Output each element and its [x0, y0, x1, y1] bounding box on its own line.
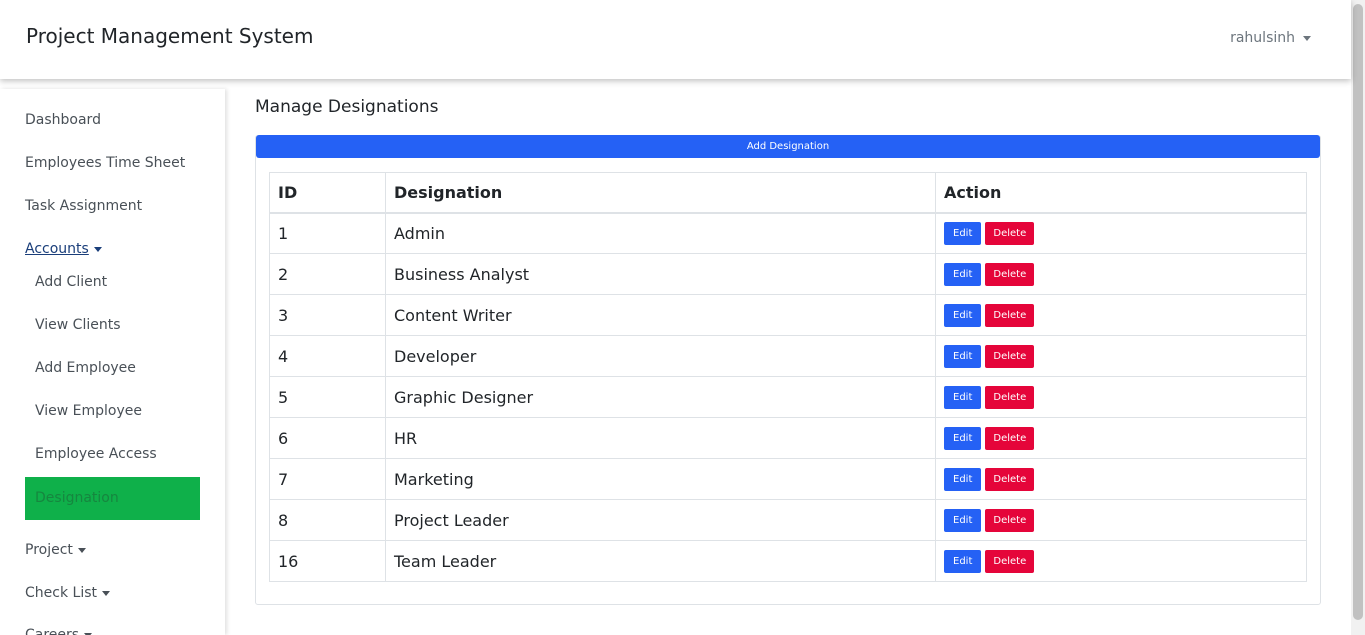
cell-designation: Content Writer — [385, 294, 936, 336]
cell-designation: Team Leader — [385, 540, 936, 582]
sidebar-item-view-clients[interactable]: View Clients — [35, 317, 121, 333]
cell-id: 1 — [269, 212, 386, 254]
edit-button[interactable]: Edit — [944, 550, 982, 573]
delete-button[interactable]: Delete — [985, 304, 1035, 327]
cell-id: 8 — [269, 499, 386, 541]
sidebar-item-view-employee[interactable]: View Employee — [35, 403, 142, 419]
edit-button[interactable]: Edit — [944, 427, 982, 450]
column-header-designation: Designation — [385, 172, 936, 214]
sidebar-item-label: Careers — [25, 627, 80, 635]
table-row: 16 Team Leader Edit Delete — [269, 540, 1307, 582]
sidebar-item-label: Project — [25, 542, 73, 558]
table-row: 8 Project Leader Edit Delete — [269, 499, 1307, 541]
cell-action: Edit Delete — [935, 253, 1307, 295]
table-row: 7 Marketing Edit Delete — [269, 458, 1307, 500]
cell-designation: Business Analyst — [385, 253, 936, 295]
sidebar-item-label: Accounts — [25, 241, 89, 257]
sidebar-item-add-client[interactable]: Add Client — [35, 274, 107, 290]
delete-button[interactable]: Delete — [985, 427, 1035, 450]
cell-designation: Project Leader — [385, 499, 936, 541]
cell-action: Edit Delete — [935, 458, 1307, 500]
cell-action: Edit Delete — [935, 499, 1307, 541]
delete-button[interactable]: Delete — [985, 263, 1035, 286]
add-designation-button[interactable]: Add Designation — [256, 135, 1320, 158]
edit-button[interactable]: Edit — [944, 345, 982, 368]
cell-action: Edit Delete — [935, 335, 1307, 377]
cell-action: Edit Delete — [935, 212, 1307, 254]
delete-button[interactable]: Delete — [985, 222, 1035, 246]
designations-table: ID Designation Action 1 Admin Edit Delete 2 B… — [269, 172, 1307, 582]
chevron-down-icon — [93, 246, 102, 252]
sidebar-item-dashboard[interactable]: Dashboard — [25, 112, 101, 128]
cell-id: 4 — [269, 335, 386, 377]
page-title: Manage Designations — [255, 97, 439, 117]
cell-id: 3 — [269, 294, 386, 336]
chevron-down-icon — [102, 590, 110, 596]
sidebar-item-label: Check List — [25, 585, 97, 601]
cell-action: Edit Delete — [935, 376, 1307, 418]
sidebar-item-add-employee[interactable]: Add Employee — [35, 360, 136, 376]
table-row: 4 Developer Edit Delete — [269, 335, 1307, 377]
cell-designation: Marketing — [385, 458, 936, 500]
chevron-down-icon — [1303, 35, 1311, 41]
table-header-row: ID Designation Action — [269, 172, 1307, 214]
user-menu[interactable]: rahulsinh — [1230, 30, 1311, 46]
table-row: 6 HR Edit Delete — [269, 417, 1307, 459]
edit-button[interactable]: Edit — [944, 222, 982, 246]
edit-button[interactable]: Edit — [944, 468, 982, 491]
sidebar-item-accounts[interactable]: Accounts — [25, 241, 102, 257]
column-header-action: Action — [935, 172, 1307, 214]
delete-button[interactable]: Delete — [985, 509, 1035, 532]
table-row: 3 Content Writer Edit Delete — [269, 294, 1307, 336]
delete-button[interactable]: Delete — [985, 550, 1035, 573]
sidebar-item-designation[interactable]: Designation — [25, 477, 200, 520]
cell-action: Edit Delete — [935, 294, 1307, 336]
sidebar-item-employee-access[interactable]: Employee Access — [35, 446, 157, 462]
sidebar-item-check-list[interactable]: Check List — [25, 585, 110, 601]
vertical-scrollbar[interactable] — [1351, 0, 1365, 635]
sidebar-item-careers[interactable]: Careers — [25, 627, 93, 635]
delete-button[interactable]: Delete — [985, 386, 1035, 409]
cell-designation: HR — [385, 417, 936, 459]
edit-button[interactable]: Edit — [944, 263, 982, 286]
cell-id: 7 — [269, 458, 386, 500]
sidebar: Dashboard Employees Time Sheet Task Assi… — [0, 89, 225, 635]
cell-id: 5 — [269, 376, 386, 418]
delete-button[interactable]: Delete — [985, 468, 1035, 491]
edit-button[interactable]: Edit — [944, 304, 982, 327]
cell-id: 2 — [269, 253, 386, 295]
top-navbar: Project Management System rahulsinh — [0, 0, 1351, 79]
edit-button[interactable]: Edit — [944, 509, 982, 532]
column-header-id: ID — [269, 172, 386, 214]
chevron-down-icon — [77, 547, 86, 553]
sidebar-item-task-assignment[interactable]: Task Assignment — [25, 198, 142, 214]
cell-action: Edit Delete — [935, 417, 1307, 459]
table-row: 2 Business Analyst Edit Delete — [269, 253, 1307, 295]
table-row: 5 Graphic Designer Edit Delete — [269, 376, 1307, 418]
sidebar-item-employees-time-sheet[interactable]: Employees Time Sheet — [25, 155, 185, 171]
delete-button[interactable]: Delete — [985, 345, 1035, 368]
table-row: 1 Admin Edit Delete — [269, 212, 1307, 254]
cell-designation: Developer — [385, 335, 936, 377]
cell-id: 6 — [269, 417, 386, 459]
cell-action: Edit Delete — [935, 540, 1307, 582]
cell-designation: Admin — [385, 212, 936, 254]
scrollbar-thumb[interactable] — [1353, 4, 1363, 620]
sidebar-item-project[interactable]: Project — [25, 542, 86, 558]
edit-button[interactable]: Edit — [944, 386, 982, 409]
cell-designation: Graphic Designer — [385, 376, 936, 418]
brand-title[interactable]: Project Management System — [26, 24, 313, 48]
username[interactable]: rahulsinh — [1230, 30, 1295, 46]
cell-id: 16 — [269, 540, 386, 582]
